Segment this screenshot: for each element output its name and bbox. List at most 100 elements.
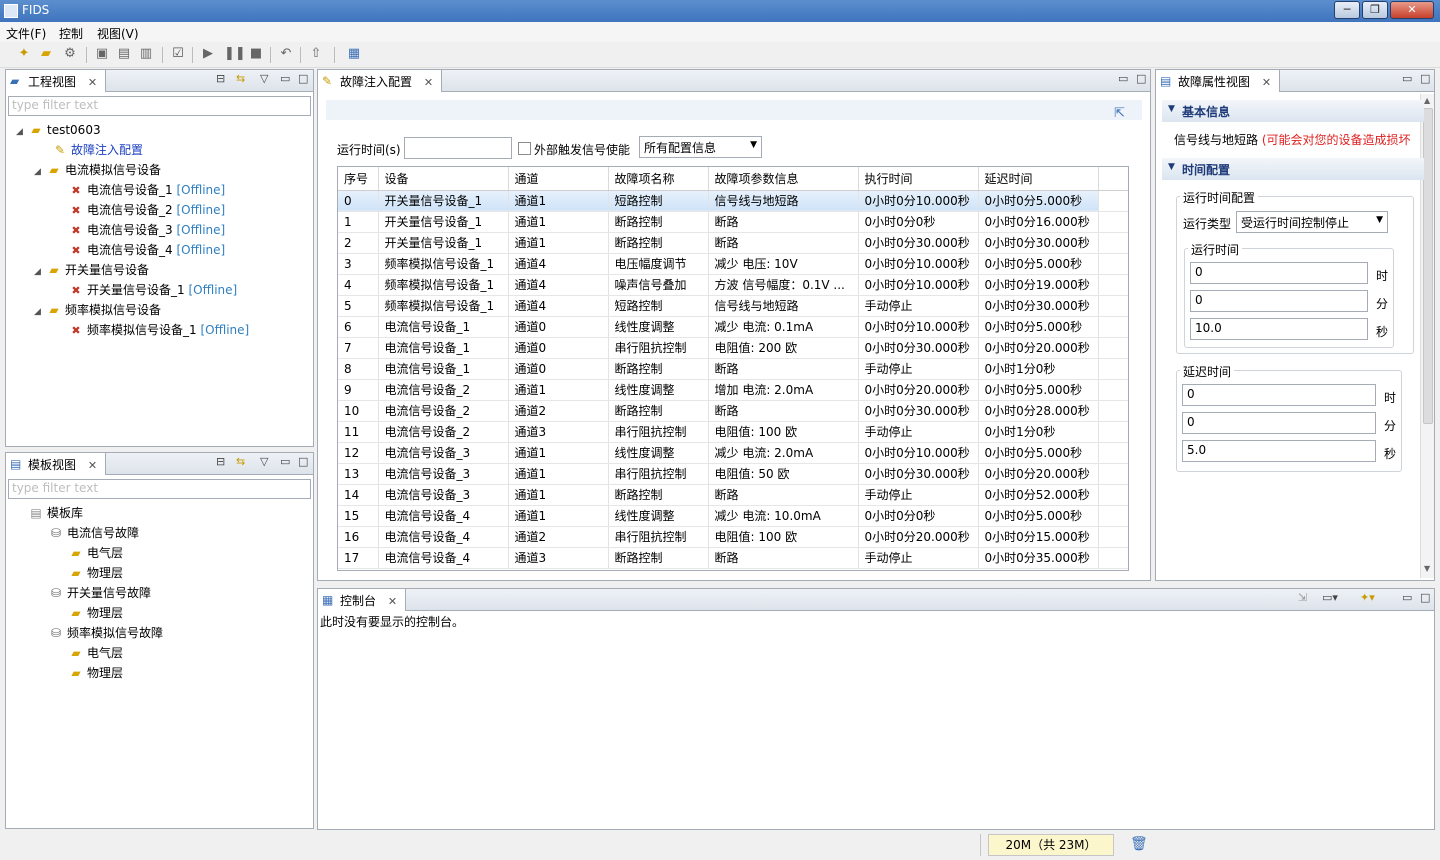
delay-minutes-input[interactable]: 0 — [1182, 412, 1376, 434]
tree-root[interactable]: ◢ ▰ test0603 — [16, 120, 101, 140]
table-row[interactable]: 15 电流信号设备_4 通道1 线性度调整 减少 电流: 10.0mA 0小时0分0秒 0小… — [338, 505, 1128, 527]
maximize-view-icon[interactable]: □ — [1420, 72, 1430, 85]
run-type-select[interactable]: 受运行时间控制停止 ▼ — [1236, 211, 1388, 233]
minimize-view-icon[interactable]: ▭ — [280, 72, 290, 85]
table-row[interactable]: 12 电流信号设备_3 通道1 线性度调整 减少 电流: 2.0mA 0小时0分10.00… — [338, 442, 1128, 464]
run-time-input[interactable] — [404, 137, 512, 159]
pause-icon[interactable]: ❚❚ — [224, 46, 246, 62]
run-hours-input[interactable]: 0 — [1190, 262, 1368, 284]
tree-group[interactable]: ◢ ▰ 电流模拟信号设备 — [34, 160, 161, 180]
table-row[interactable]: 14 电流信号设备_3 通道1 断路控制 断路 手动停止 0小时0分52.000秒 — [338, 484, 1128, 506]
save-icon[interactable]: ▣ — [94, 46, 110, 62]
display-console-icon[interactable]: ▭▾ — [1322, 591, 1338, 604]
tree-device[interactable]: ✖ 电流信号设备_3 [Offline] — [68, 220, 225, 240]
column-header[interactable]: 序号 — [338, 167, 379, 191]
stop-icon[interactable]: ■ — [248, 46, 264, 62]
scroll-down-icon[interactable]: ▼ — [1424, 564, 1430, 573]
tree-device[interactable]: ✖ 频率模拟信号设备_1 [Offline] — [68, 320, 249, 340]
table-row[interactable]: 13 电流信号设备_3 通道1 串行阻抗控制 电阻值: 50 欧 0小时0分30.000秒… — [338, 463, 1128, 485]
settings-icon[interactable]: ⚙ — [62, 46, 78, 62]
tab-template-view[interactable]: ▤ 模板视图 ✕ — [6, 453, 107, 475]
scroll-up-icon[interactable]: ▲ — [1424, 96, 1430, 105]
tree-group[interactable]: ⛁ 开关量信号故障 — [48, 583, 151, 603]
tab-project-view[interactable]: ▰ 工程视图 ✕ — [6, 70, 107, 92]
menu-control[interactable]: 控制 — [59, 25, 83, 42]
open-folder-icon[interactable]: ▰ — [38, 46, 54, 62]
table-row[interactable]: 0 开关量信号设备_1 通道1 短路控制 信号线与地短路 0小时0分10.000秒 0小时0… — [338, 190, 1128, 212]
garbage-collect-icon[interactable]: 🗑 — [1130, 836, 1148, 852]
maximize-view-icon[interactable]: □ — [1420, 591, 1430, 604]
table-row[interactable]: 8 电流信号设备_1 通道0 断路控制 断路 手动停止 0小时1分0秒 — [338, 358, 1128, 380]
view-menu-icon[interactable]: ▽ — [260, 72, 268, 85]
menu-file[interactable]: 文件(F) — [6, 25, 46, 42]
tree-layer[interactable]: ▰ 物理层 — [68, 663, 123, 683]
tree-layer[interactable]: ▰ 物理层 — [68, 603, 123, 623]
scrollbar-thumb[interactable] — [1423, 108, 1433, 424]
tab-fault-properties[interactable]: ▤ 故障属性视图 ✕ — [1156, 70, 1281, 92]
link-editor-icon[interactable]: ⇆ — [236, 455, 245, 468]
expand-icon[interactable]: ◢ — [34, 262, 46, 282]
new-project-icon[interactable]: ✦ — [16, 46, 32, 62]
expand-icon[interactable]: ◢ — [34, 302, 46, 322]
tree-group[interactable]: ⛁ 电流信号故障 — [48, 523, 139, 543]
table-row[interactable]: 7 电流信号设备_1 通道0 串行阻抗控制 电阻值: 200 欧 0小时0分30.000秒… — [338, 337, 1128, 359]
tree-group[interactable]: ◢ ▰ 开关量信号设备 — [34, 260, 149, 280]
open-console-icon[interactable]: ✦▾ — [1360, 591, 1375, 604]
column-header[interactable]: 执行时间 — [858, 167, 979, 191]
collapse-all-icon[interactable]: ⊟ — [216, 72, 225, 85]
minimize-view-icon[interactable]: ▭ — [280, 455, 290, 468]
table-row[interactable]: 4 频率模拟信号设备_1 通道4 噪声信号叠加 方波 信号幅度：0.1V ... 0小时0… — [338, 274, 1128, 296]
column-header[interactable]: 设备 — [378, 167, 509, 191]
column-header[interactable]: 故障项参数信息 — [708, 167, 859, 191]
run-seconds-input[interactable]: 10.0 — [1190, 318, 1368, 340]
config-filter-select[interactable]: 所有配置信息 ▼ — [639, 136, 762, 158]
maximize-view-icon[interactable]: □ — [1136, 72, 1146, 85]
view-menu-icon[interactable]: ▽ — [260, 455, 268, 468]
column-header[interactable]: 延迟时间 — [978, 167, 1099, 191]
upload-icon[interactable]: ⇧ — [308, 46, 324, 62]
minimize-view-icon[interactable]: ▭ — [1402, 72, 1412, 85]
undo-icon[interactable]: ↶ — [278, 46, 294, 62]
close-tab-icon[interactable]: ✕ — [88, 76, 97, 89]
time-config-section-header[interactable]: ▼ 时间配置 — [1162, 158, 1424, 180]
tree-device[interactable]: ✖ 电流信号设备_4 [Offline] — [68, 240, 225, 260]
tree-layer[interactable]: ▰ 物理层 — [68, 563, 123, 583]
basic-info-section-header[interactable]: ▼ 基本信息 — [1162, 100, 1424, 122]
tab-fault-config[interactable]: ✎ 故障注入配置 ✕ — [318, 70, 443, 92]
table-row[interactable]: 6 电流信号设备_1 通道0 线性度调整 减少 电流: 0.1mA 0小时0分10.000… — [338, 316, 1128, 338]
console-icon[interactable]: ▦ — [346, 46, 362, 62]
maximize-view-icon[interactable]: □ — [298, 72, 308, 85]
table-row[interactable]: 9 电流信号设备_2 通道1 线性度调整 增加 电流: 2.0mA 0小时0分20.000… — [338, 379, 1128, 401]
table-row[interactable]: 11 电流信号设备_2 通道3 串行阻抗控制 电阻值: 100 欧手动停止 0小时1分0秒 — [338, 421, 1128, 443]
expand-icon[interactable]: ◢ — [34, 162, 46, 182]
table-row[interactable]: 10 电流信号设备_2 通道2 断路控制 断路 0小时0分30.000秒 0小时0分28.0… — [338, 400, 1128, 422]
close-button[interactable]: ✕ — [1390, 1, 1434, 19]
minimize-button[interactable]: ─ — [1334, 1, 1360, 19]
maximize-view-icon[interactable]: □ — [298, 455, 308, 468]
tree-layer[interactable]: ▰ 电气层 — [68, 543, 123, 563]
project-filter-input[interactable]: type filter text — [8, 96, 311, 116]
table-row[interactable]: 2 开关量信号设备_1 通道1 断路控制 断路 0小时0分30.000秒 0小时0分30.0… — [338, 232, 1128, 254]
minimize-view-icon[interactable]: ▭ — [1402, 591, 1412, 604]
collapse-all-icon[interactable]: ⊟ — [216, 455, 225, 468]
delay-hours-input[interactable]: 0 — [1182, 384, 1376, 406]
tab-console[interactable]: ▦ 控制台 ✕ — [318, 589, 407, 611]
pin-console-icon[interactable]: ⇲ — [1298, 591, 1307, 604]
run-icon[interactable]: ▶ — [200, 46, 216, 62]
maximize-button[interactable]: ❐ — [1362, 1, 1388, 19]
column-header[interactable]: 通道 — [508, 167, 609, 191]
table-row[interactable]: 17 电流信号设备_4 通道3 断路控制 断路 手动停止 0小时0分35.000秒 — [338, 547, 1128, 569]
table-row[interactable]: 5 频率模拟信号设备_1 通道4 短路控制 信号线与地短路 手动停止 0小时0分30.000… — [338, 295, 1128, 317]
table-row[interactable]: 16 电流信号设备_4 通道2 串行阻抗控制 电阻值: 100 欧 0小时0分20.000… — [338, 526, 1128, 548]
delay-seconds-input[interactable]: 5.0 — [1182, 440, 1376, 462]
template-filter-input[interactable]: type filter text — [8, 479, 311, 499]
tree-root[interactable]: ▤ 模板库 — [28, 503, 83, 523]
close-tab-icon[interactable]: ✕ — [1262, 76, 1271, 89]
checkbox-icon[interactable]: ☑ — [170, 46, 186, 62]
link-editor-icon[interactable]: ⇆ — [236, 72, 245, 85]
close-tab-icon[interactable]: ✕ — [88, 459, 97, 472]
tree-group[interactable]: ◢ ▰ 频率模拟信号设备 — [34, 300, 161, 320]
tree-layer[interactable]: ▰ 电气层 — [68, 643, 123, 663]
run-minutes-input[interactable]: 0 — [1190, 290, 1368, 312]
expand-icon[interactable]: ◢ — [16, 122, 28, 142]
